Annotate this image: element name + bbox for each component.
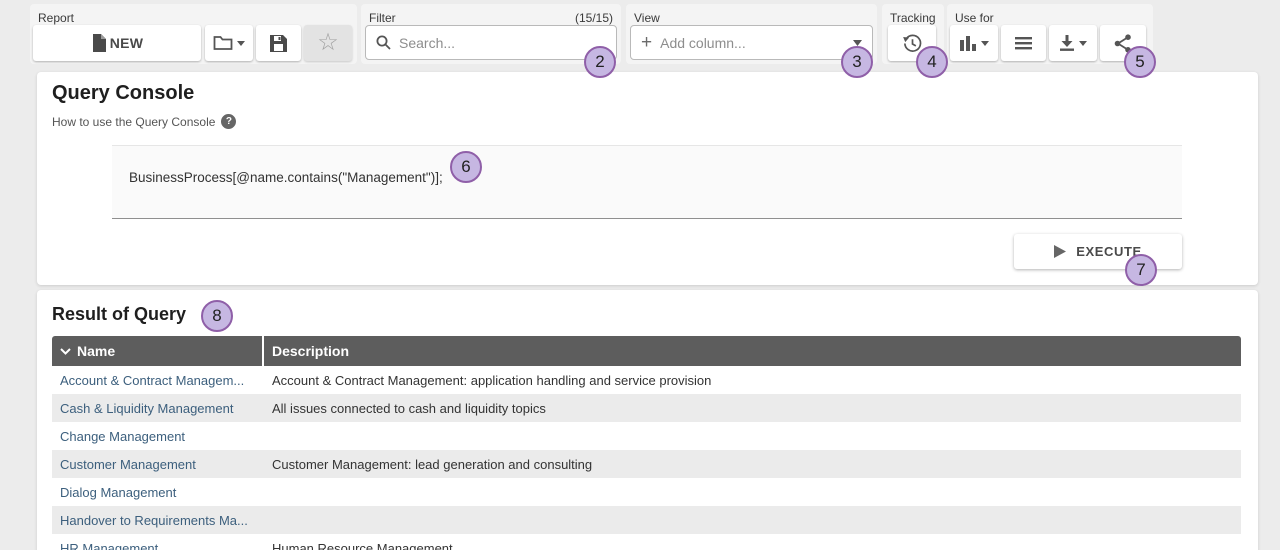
annotation-badge-4: 4 bbox=[916, 46, 948, 78]
list-icon bbox=[1015, 36, 1032, 50]
filter-group-label: Filter bbox=[369, 11, 396, 25]
tracking-group-label: Tracking bbox=[890, 11, 936, 25]
search-icon bbox=[376, 35, 391, 50]
bar-chart-icon bbox=[960, 35, 977, 51]
table-row[interactable]: HR Management Human Resource Management bbox=[52, 534, 1241, 550]
help-row: How to use the Query Console ? bbox=[52, 114, 236, 129]
download-button[interactable] bbox=[1049, 25, 1097, 61]
result-title: Result of Query bbox=[52, 304, 186, 325]
query-text: BusinessProcess[@name.contains("Manageme… bbox=[129, 170, 443, 185]
table-header-row: Name Description bbox=[52, 336, 1241, 366]
name-header-label: Name bbox=[77, 343, 115, 359]
execute-button[interactable]: EXECUTE bbox=[1014, 234, 1182, 269]
filter-search-box[interactable] bbox=[365, 25, 617, 60]
table-row[interactable]: Cash & Liquidity Management All issues c… bbox=[52, 394, 1241, 422]
result-description: Human Resource Management bbox=[262, 541, 1241, 550]
report-group-label: Report bbox=[38, 11, 74, 25]
star-icon: ☆ bbox=[317, 31, 339, 55]
download-icon bbox=[1059, 35, 1075, 52]
help-link-label[interactable]: How to use the Query Console bbox=[52, 115, 215, 129]
view-group-label: View bbox=[634, 11, 660, 25]
result-name-link[interactable]: Cash & Liquidity Management bbox=[52, 401, 262, 416]
annotation-badge-5: 5 bbox=[1124, 46, 1156, 78]
add-column-placeholder: Add column... bbox=[660, 35, 845, 51]
open-report-button[interactable] bbox=[205, 25, 253, 61]
chevron-down-icon bbox=[237, 41, 245, 46]
new-file-icon bbox=[91, 34, 106, 52]
annotation-badge-6: 6 bbox=[450, 151, 482, 183]
report-group: Report NEW ☆ bbox=[30, 4, 357, 64]
result-description: All issues connected to cash and liquidi… bbox=[262, 401, 1241, 416]
favorite-star-button[interactable]: ☆ bbox=[304, 25, 352, 61]
query-console-page: { "toolbar": { "report": { "label": "Rep… bbox=[0, 0, 1280, 550]
table-row[interactable]: Account & Contract Managem... Account & … bbox=[52, 366, 1241, 394]
table-row[interactable]: Customer Management Customer Management:… bbox=[52, 450, 1241, 478]
chart-view-button[interactable] bbox=[950, 25, 998, 61]
play-icon bbox=[1054, 245, 1066, 258]
result-name-link[interactable]: Dialog Management bbox=[52, 485, 262, 500]
result-name-link[interactable]: Customer Management bbox=[52, 457, 262, 472]
annotation-badge-8: 8 bbox=[201, 300, 233, 332]
annotation-badge-7: 7 bbox=[1125, 254, 1157, 286]
filter-count: (15/15) bbox=[575, 11, 613, 25]
annotation-badge-2: 2 bbox=[584, 46, 616, 78]
result-name-link[interactable]: HR Management bbox=[52, 541, 262, 550]
query-editor[interactable]: BusinessProcess[@name.contains("Manageme… bbox=[112, 145, 1182, 219]
chevron-down-icon bbox=[1079, 41, 1087, 46]
view-group: View + Add column... bbox=[626, 4, 877, 64]
column-header-name[interactable]: Name bbox=[52, 336, 262, 366]
folder-icon bbox=[213, 35, 233, 51]
new-report-button[interactable]: NEW bbox=[33, 25, 201, 61]
result-name-link[interactable]: Handover to Requirements Ma... bbox=[52, 513, 262, 528]
help-icon[interactable]: ? bbox=[221, 114, 236, 129]
filter-group: Filter (15/15) bbox=[361, 4, 621, 64]
column-header-description[interactable]: Description bbox=[264, 336, 1241, 366]
save-icon bbox=[270, 35, 287, 52]
annotation-badge-3: 3 bbox=[841, 46, 873, 78]
result-name-link[interactable]: Change Management bbox=[52, 429, 262, 444]
plus-icon: + bbox=[641, 33, 652, 52]
query-console-title: Query Console bbox=[52, 82, 194, 105]
list-view-button[interactable] bbox=[1001, 25, 1046, 61]
chevron-down-icon bbox=[981, 41, 989, 46]
table-body: Account & Contract Managem... Account & … bbox=[52, 366, 1241, 550]
result-description: Customer Management: lead generation and… bbox=[262, 457, 1241, 472]
table-row[interactable]: Handover to Requirements Ma... bbox=[52, 506, 1241, 534]
use-for-group: Use for bbox=[947, 4, 1153, 64]
new-button-label: NEW bbox=[110, 35, 144, 51]
use-for-group-label: Use for bbox=[955, 11, 994, 25]
table-row[interactable]: Change Management bbox=[52, 422, 1241, 450]
search-input[interactable] bbox=[399, 35, 606, 51]
result-name-link[interactable]: Account & Contract Managem... bbox=[52, 373, 262, 388]
result-description: Account & Contract Management: applicati… bbox=[262, 373, 1241, 388]
chevron-down-icon bbox=[853, 40, 862, 46]
sort-chevron-down-icon bbox=[60, 348, 71, 355]
description-header-label: Description bbox=[272, 343, 349, 359]
table-row[interactable]: Dialog Management bbox=[52, 478, 1241, 506]
save-report-button[interactable] bbox=[256, 25, 301, 61]
add-column-dropdown[interactable]: + Add column... bbox=[630, 25, 873, 60]
result-table: Name Description Account & Contract Mana… bbox=[52, 336, 1241, 550]
